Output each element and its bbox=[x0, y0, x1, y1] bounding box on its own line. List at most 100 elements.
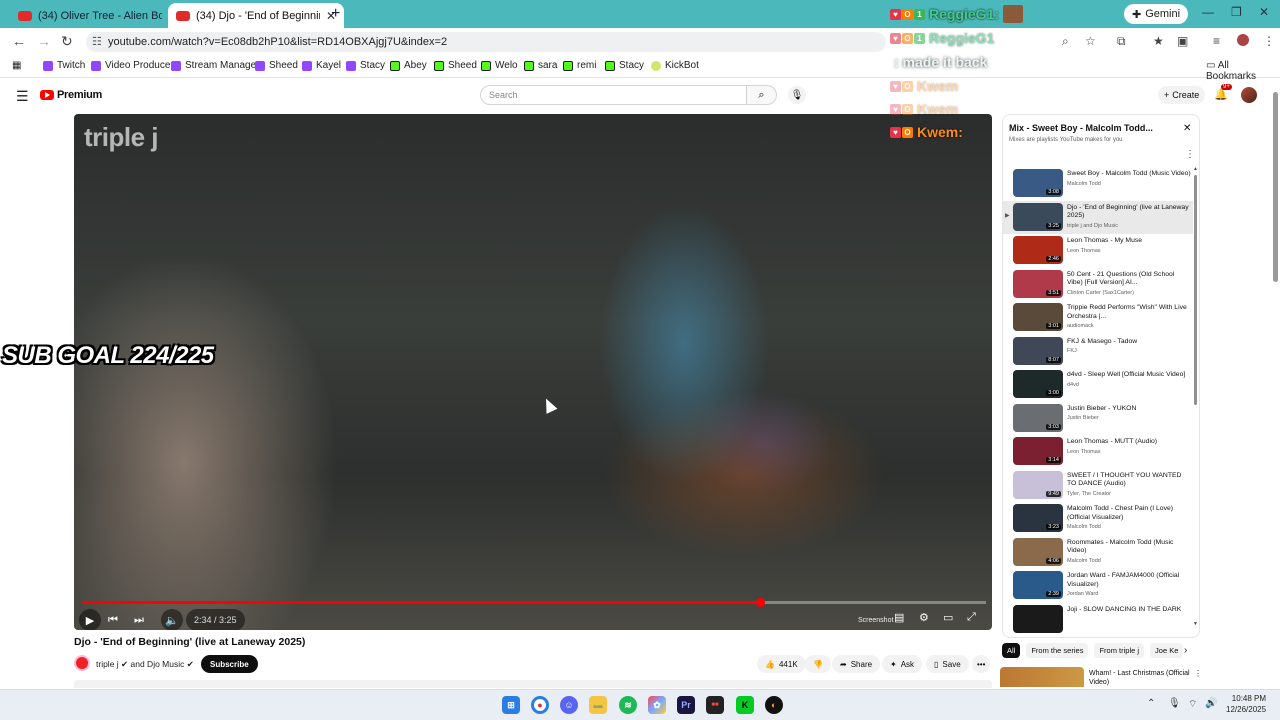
playlist-item[interactable]: 3:00 d4vd - Sleep Well [Official Music Vi… bbox=[1003, 368, 1193, 402]
play-button[interactable]: ▶ bbox=[79, 609, 101, 630]
all-bookmarks[interactable]: ▭ All Bookmarks bbox=[1206, 60, 1280, 82]
site-info-icon[interactable]: ☷ bbox=[92, 35, 102, 48]
video-player[interactable]: triple j ▶ ⏮ ⏭ 🔈 2:34 / 3:25 Screenshot … bbox=[74, 114, 992, 630]
search-button[interactable]: ⌕ bbox=[747, 85, 777, 105]
address-bar[interactable]: ☷ youtube.com/watch?v=Ec08db2hP10&list=R… bbox=[86, 32, 886, 52]
bookmark-item[interactable]: Welo bbox=[481, 60, 518, 71]
bookmark-item[interactable]: Sheed bbox=[434, 60, 477, 71]
media-icon[interactable]: ≡ bbox=[1213, 34, 1220, 48]
bookmark-item[interactable]: Stacy bbox=[346, 60, 385, 71]
playlist-item[interactable]: 8:07 FKJ & Masego - Tadow FKJ bbox=[1003, 335, 1193, 369]
playlist-title[interactable]: Mix - Sweet Boy - Malcolm Todd... bbox=[1009, 123, 1169, 133]
ask-button[interactable]: ✦ Ask bbox=[882, 655, 923, 673]
theater-icon[interactable]: ▭ bbox=[943, 611, 953, 624]
previous-icon[interactable]: ⏮ bbox=[108, 609, 118, 630]
bookmark-item[interactable]: Stream Manager bbox=[171, 60, 259, 71]
wifi-icon[interactable]: ⌔ bbox=[1188, 698, 1197, 711]
tab-search-icon[interactable]: ▣ bbox=[1177, 34, 1188, 48]
scrubber-handle[interactable] bbox=[756, 598, 765, 607]
dislike-button[interactable]: 👎 bbox=[805, 655, 831, 673]
bookmarks-icon[interactable]: ★ bbox=[1153, 34, 1164, 48]
playlist-item[interactable]: 3:01 Trippie Redd Performs "Wish" With Li… bbox=[1003, 301, 1193, 335]
create-button[interactable]: + Create bbox=[1158, 86, 1206, 104]
more-actions-button[interactable]: ••• bbox=[972, 655, 991, 673]
recommended-video[interactable]: Wham! - Last Christmas (Official Video) … bbox=[1000, 667, 1202, 687]
playlist-item[interactable]: 9:49 SWEET / I THOUGHT YOU WANTED TO DANC… bbox=[1003, 469, 1193, 503]
app-icon[interactable]: ◐ bbox=[765, 696, 783, 714]
bookmark-item[interactable]: Video Producer bbox=[91, 60, 174, 71]
playlist-item[interactable]: 2:46 Leon Thomas - My Muse Leon Thomas bbox=[1003, 234, 1193, 268]
voice-search-icon[interactable]: 🎙 bbox=[788, 86, 806, 104]
new-tab-button[interactable]: + bbox=[331, 5, 340, 23]
channel-name[interactable]: triple j ✔ and Djo Music ✔ bbox=[96, 659, 194, 670]
video-thumbnail[interactable]: 3:01 bbox=[1013, 303, 1063, 331]
video-thumbnail[interactable]: 2:39 bbox=[1013, 571, 1063, 599]
system-clock[interactable]: 10:48 PM 12/26/2025 bbox=[1226, 693, 1266, 715]
volume-icon[interactable]: 🔈 bbox=[161, 609, 183, 630]
kick-app-icon[interactable]: K bbox=[736, 696, 754, 714]
restore-icon[interactable]: ❐ bbox=[1231, 5, 1242, 19]
tab-oliver-tree[interactable]: (34) Oliver Tree - Alien Boy [Offi ✕ bbox=[10, 3, 186, 28]
app-icon[interactable]: ✿ bbox=[648, 696, 666, 714]
video-thumbnail[interactable]: 3:14 bbox=[1013, 437, 1063, 465]
file-explorer-icon[interactable]: ▬ bbox=[589, 696, 607, 714]
chip-all[interactable]: All bbox=[1002, 643, 1021, 658]
next-icon[interactable]: ⏭ bbox=[134, 609, 144, 630]
playlist-item[interactable]: 3:14 Leon Thomas - MUTT (Audio) Leon Thoma… bbox=[1003, 435, 1193, 469]
description-box[interactable] bbox=[74, 680, 992, 688]
page-scrollbar[interactable] bbox=[1273, 92, 1278, 282]
search-input[interactable]: Search bbox=[480, 85, 747, 105]
chip-from-triple-j[interactable]: From triple j bbox=[1094, 643, 1145, 658]
minimize-icon[interactable]: — bbox=[1202, 5, 1214, 19]
bookmark-item[interactable]: sara bbox=[524, 60, 557, 71]
windows-start-icon[interactable]: ⊞ bbox=[502, 696, 520, 714]
video-thumbnail[interactable]: 8:07 bbox=[1013, 336, 1063, 365]
hamburger-icon[interactable]: ☰ bbox=[16, 88, 29, 105]
back-icon[interactable]: ← bbox=[12, 33, 26, 49]
playlist-item[interactable]: 4:06 Roommates - Malcolm Todd (Music Vide… bbox=[1003, 536, 1193, 570]
scroll-up-icon[interactable]: ▲ bbox=[1193, 166, 1198, 172]
playlist-item[interactable]: 3:08 Sweet Boy - Malcolm Todd (Music Vide… bbox=[1003, 167, 1193, 201]
video-thumbnail[interactable] bbox=[1013, 604, 1063, 633]
video-thumbnail[interactable]: 4:06 bbox=[1013, 537, 1063, 566]
subscribe-button[interactable]: Subscribe bbox=[201, 655, 258, 673]
bookmark-item[interactable]: Kayel bbox=[302, 60, 341, 71]
recommended-title[interactable]: Wham! - Last Christmas (Official Video) bbox=[1089, 669, 1200, 687]
screenshot-label[interactable]: Screenshot bbox=[858, 617, 893, 624]
video-thumbnail[interactable]: 9:49 bbox=[1013, 470, 1063, 499]
video-thumbnail[interactable]: 2:46 bbox=[1013, 236, 1063, 264]
save-button[interactable]: ▯ Save bbox=[926, 655, 969, 673]
reload-icon[interactable]: ↻ bbox=[61, 33, 73, 50]
playlist-item[interactable]: 3:51 50 Cent - 21 Questions (Old School V… bbox=[1003, 268, 1193, 302]
playlist-scrollbar[interactable] bbox=[1194, 175, 1197, 405]
like-button[interactable]: 👍 441K bbox=[757, 655, 806, 673]
chevron-up-icon[interactable]: ⌃ bbox=[1147, 698, 1155, 709]
notifications-icon[interactable]: 🔔 9+ bbox=[1214, 84, 1232, 101]
playlist-item[interactable]: 3:03 Justin Bieber - YUKON Justin Bieber bbox=[1003, 402, 1193, 436]
bookmark-item[interactable]: Stacy bbox=[605, 60, 644, 71]
share-button[interactable]: ➦ Share bbox=[832, 655, 881, 673]
menu-icon[interactable]: ⋮ bbox=[1263, 34, 1275, 48]
tab-djo[interactable]: (34) Djo - 'End of Beginning' (li ✕ bbox=[168, 3, 345, 28]
more-options-icon[interactable]: ⋮ bbox=[1185, 149, 1195, 160]
more-icon[interactable]: ⋮ bbox=[1194, 669, 1202, 678]
playlist-item[interactable]: 2:39 Jordan Ward - FAMJAM4000 (Official V… bbox=[1003, 569, 1193, 603]
apps-icon[interactable]: ▦ bbox=[12, 60, 21, 71]
bookmark-star-icon[interactable]: ☆ bbox=[1085, 34, 1096, 48]
settings-icon[interactable]: ⚙ bbox=[919, 611, 929, 624]
extensions-icon[interactable]: ⧉ bbox=[1117, 34, 1126, 49]
bookmark-item[interactable]: Abey bbox=[390, 60, 427, 71]
discord-icon[interactable]: ☺ bbox=[560, 696, 578, 714]
zoom-icon[interactable]: ⌕ bbox=[1062, 34, 1069, 49]
video-thumbnail[interactable]: 3:00 bbox=[1013, 370, 1063, 398]
chevron-right-icon[interactable]: › bbox=[1184, 645, 1187, 656]
spotify-icon[interactable]: ≋ bbox=[619, 696, 637, 714]
playlist-item[interactable]: Joji - SLOW DANCING IN THE DARK bbox=[1003, 603, 1193, 637]
fullscreen-icon[interactable]: ⤢ bbox=[967, 611, 976, 624]
video-thumbnail[interactable]: 3:23 bbox=[1013, 504, 1063, 532]
forward-icon[interactable]: → bbox=[37, 33, 51, 49]
video-thumbnail[interactable]: 3:51 bbox=[1013, 269, 1063, 298]
youtube-logo[interactable]: Premium bbox=[40, 89, 102, 101]
video-thumbnail[interactable]: 3:08 bbox=[1013, 169, 1063, 197]
video-thumbnail[interactable] bbox=[1000, 667, 1084, 687]
